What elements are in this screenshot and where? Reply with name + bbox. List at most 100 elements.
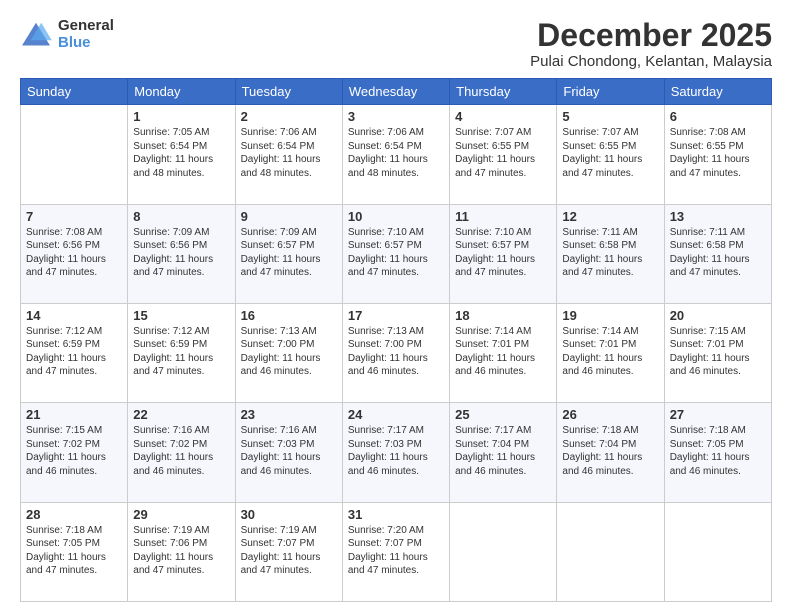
page: General Blue December 2025 Pulai Chondon…	[0, 0, 792, 612]
calendar-table: SundayMondayTuesdayWednesdayThursdayFrid…	[20, 78, 772, 602]
day-number: 28	[26, 507, 122, 522]
calendar-header-thursday: Thursday	[450, 79, 557, 105]
calendar-week-1: 1 Sunrise: 7:05 AM Sunset: 6:54 PM Daylig…	[21, 105, 772, 204]
day-info: Sunrise: 7:05 AM Sunset: 6:54 PM Dayligh…	[133, 126, 229, 180]
day-number: 17	[348, 308, 444, 323]
calendar-header-friday: Friday	[557, 79, 664, 105]
calendar-cell: 21 Sunrise: 7:15 AM Sunset: 7:02 PM Dayli…	[21, 403, 128, 502]
logo-icon	[20, 21, 52, 49]
day-info: Sunrise: 7:14 AM Sunset: 7:01 PM Dayligh…	[562, 325, 658, 379]
calendar-cell: 16 Sunrise: 7:13 AM Sunset: 7:00 PM Dayli…	[235, 303, 342, 402]
day-number: 18	[455, 308, 551, 323]
day-number: 26	[562, 407, 658, 422]
day-info: Sunrise: 7:14 AM Sunset: 7:01 PM Dayligh…	[455, 325, 551, 379]
calendar-cell: 6 Sunrise: 7:08 AM Sunset: 6:55 PM Daylig…	[664, 105, 771, 204]
calendar-cell: 15Sunrise: 7:12 AM Sunset: 6:59 PM Dayli…	[128, 303, 235, 402]
day-info: Sunrise: 7:10 AM Sunset: 6:57 PM Dayligh…	[348, 226, 444, 280]
day-number: 27	[670, 407, 766, 422]
logo: General Blue	[20, 18, 114, 51]
day-number: 16	[241, 308, 337, 323]
calendar-cell: 18 Sunrise: 7:14 AM Sunset: 7:01 PM Dayli…	[450, 303, 557, 402]
day-number: 31	[348, 507, 444, 522]
day-info: Sunrise: 7:18 AM Sunset: 7:05 PM Dayligh…	[670, 424, 766, 478]
calendar-cell: 8Sunrise: 7:09 AM Sunset: 6:56 PM Daylig…	[128, 204, 235, 303]
calendar-cell: 13Sunrise: 7:11 AM Sunset: 6:58 PM Dayli…	[664, 204, 771, 303]
day-info: Sunrise: 7:19 AM Sunset: 7:06 PM Dayligh…	[133, 524, 229, 578]
day-number: 5	[562, 109, 658, 124]
calendar-cell: 2 Sunrise: 7:06 AM Sunset: 6:54 PM Daylig…	[235, 105, 342, 204]
day-info: Sunrise: 7:08 AM Sunset: 6:56 PM Dayligh…	[26, 226, 122, 280]
day-number: 24	[348, 407, 444, 422]
logo-line2: Blue	[58, 35, 114, 52]
calendar-header-tuesday: Tuesday	[235, 79, 342, 105]
calendar-cell: 11 Sunrise: 7:10 AM Sunset: 6:57 PM Dayli…	[450, 204, 557, 303]
calendar-cell: 7Sunrise: 7:08 AM Sunset: 6:56 PM Daylig…	[21, 204, 128, 303]
calendar-header-sunday: Sunday	[21, 79, 128, 105]
calendar-header-row: SundayMondayTuesdayWednesdayThursdayFrid…	[21, 79, 772, 105]
day-info: Sunrise: 7:07 AM Sunset: 6:55 PM Dayligh…	[562, 126, 658, 180]
day-number: 23	[241, 407, 337, 422]
calendar-header-wednesday: Wednesday	[342, 79, 449, 105]
calendar-cell: 3 Sunrise: 7:06 AM Sunset: 6:54 PM Daylig…	[342, 105, 449, 204]
day-number: 25	[455, 407, 551, 422]
calendar-cell: 14 Sunrise: 7:12 AM Sunset: 6:59 PM Dayli…	[21, 303, 128, 402]
day-info: Sunrise: 7:15 AM Sunset: 7:01 PM Dayligh…	[670, 325, 766, 379]
calendar-week-3: 14 Sunrise: 7:12 AM Sunset: 6:59 PM Dayli…	[21, 303, 772, 402]
day-number: 22	[133, 407, 229, 422]
calendar-header-saturday: Saturday	[664, 79, 771, 105]
day-info: Sunrise: 7:11 AM Sunset: 6:58 PM Dayligh…	[562, 226, 658, 280]
day-info: Sunrise: 7:20 AM Sunset: 7:07 PM Dayligh…	[348, 524, 444, 578]
day-info: Sunrise: 7:16 AM Sunset: 7:03 PM Dayligh…	[241, 424, 337, 478]
calendar-cell: 5 Sunrise: 7:07 AM Sunset: 6:55 PM Daylig…	[557, 105, 664, 204]
logo-line1: General	[58, 18, 114, 35]
day-number: 2	[241, 109, 337, 124]
day-info: Sunrise: 7:17 AM Sunset: 7:03 PM Dayligh…	[348, 424, 444, 478]
calendar-cell: 22Sunrise: 7:16 AM Sunset: 7:02 PM Dayli…	[128, 403, 235, 502]
day-number: 9	[241, 209, 337, 224]
day-info: Sunrise: 7:18 AM Sunset: 7:04 PM Dayligh…	[562, 424, 658, 478]
day-info: Sunrise: 7:09 AM Sunset: 6:57 PM Dayligh…	[241, 226, 337, 280]
day-number: 12	[562, 209, 658, 224]
day-info: Sunrise: 7:11 AM Sunset: 6:58 PM Dayligh…	[670, 226, 766, 280]
calendar-cell	[664, 502, 771, 601]
calendar-week-4: 21 Sunrise: 7:15 AM Sunset: 7:02 PM Dayli…	[21, 403, 772, 502]
day-number: 10	[348, 209, 444, 224]
calendar-cell: 9 Sunrise: 7:09 AM Sunset: 6:57 PM Daylig…	[235, 204, 342, 303]
header: General Blue December 2025 Pulai Chondon…	[20, 18, 772, 70]
calendar-cell: 27 Sunrise: 7:18 AM Sunset: 7:05 PM Dayli…	[664, 403, 771, 502]
calendar-cell: 1 Sunrise: 7:05 AM Sunset: 6:54 PM Daylig…	[128, 105, 235, 204]
day-number: 29	[133, 507, 229, 522]
calendar-cell: 25Sunrise: 7:17 AM Sunset: 7:04 PM Dayli…	[450, 403, 557, 502]
logo-text: General Blue	[58, 18, 114, 51]
day-info: Sunrise: 7:06 AM Sunset: 6:54 PM Dayligh…	[241, 126, 337, 180]
day-number: 1	[133, 109, 229, 124]
day-info: Sunrise: 7:13 AM Sunset: 7:00 PM Dayligh…	[348, 325, 444, 379]
calendar-cell: 12 Sunrise: 7:11 AM Sunset: 6:58 PM Dayli…	[557, 204, 664, 303]
day-number: 11	[455, 209, 551, 224]
day-info: Sunrise: 7:15 AM Sunset: 7:02 PM Dayligh…	[26, 424, 122, 478]
day-info: Sunrise: 7:12 AM Sunset: 6:59 PM Dayligh…	[26, 325, 122, 379]
day-info: Sunrise: 7:18 AM Sunset: 7:05 PM Dayligh…	[26, 524, 122, 578]
day-number: 14	[26, 308, 122, 323]
day-info: Sunrise: 7:06 AM Sunset: 6:54 PM Dayligh…	[348, 126, 444, 180]
day-info: Sunrise: 7:10 AM Sunset: 6:57 PM Dayligh…	[455, 226, 551, 280]
day-number: 21	[26, 407, 122, 422]
calendar-week-2: 7Sunrise: 7:08 AM Sunset: 6:56 PM Daylig…	[21, 204, 772, 303]
calendar-cell: 23 Sunrise: 7:16 AM Sunset: 7:03 PM Dayli…	[235, 403, 342, 502]
page-subtitle: Pulai Chondong, Kelantan, Malaysia	[530, 53, 772, 70]
day-number: 3	[348, 109, 444, 124]
calendar-cell: 28 Sunrise: 7:18 AM Sunset: 7:05 PM Dayli…	[21, 502, 128, 601]
day-number: 30	[241, 507, 337, 522]
calendar-cell: 29 Sunrise: 7:19 AM Sunset: 7:06 PM Dayli…	[128, 502, 235, 601]
day-info: Sunrise: 7:13 AM Sunset: 7:00 PM Dayligh…	[241, 325, 337, 379]
day-info: Sunrise: 7:07 AM Sunset: 6:55 PM Dayligh…	[455, 126, 551, 180]
page-title: December 2025	[530, 18, 772, 53]
calendar-cell: 17 Sunrise: 7:13 AM Sunset: 7:00 PM Dayli…	[342, 303, 449, 402]
calendar-cell: 24 Sunrise: 7:17 AM Sunset: 7:03 PM Dayli…	[342, 403, 449, 502]
calendar-cell: 26 Sunrise: 7:18 AM Sunset: 7:04 PM Dayli…	[557, 403, 664, 502]
calendar-header-monday: Monday	[128, 79, 235, 105]
calendar-cell	[557, 502, 664, 601]
day-number: 4	[455, 109, 551, 124]
day-number: 6	[670, 109, 766, 124]
day-info: Sunrise: 7:08 AM Sunset: 6:55 PM Dayligh…	[670, 126, 766, 180]
